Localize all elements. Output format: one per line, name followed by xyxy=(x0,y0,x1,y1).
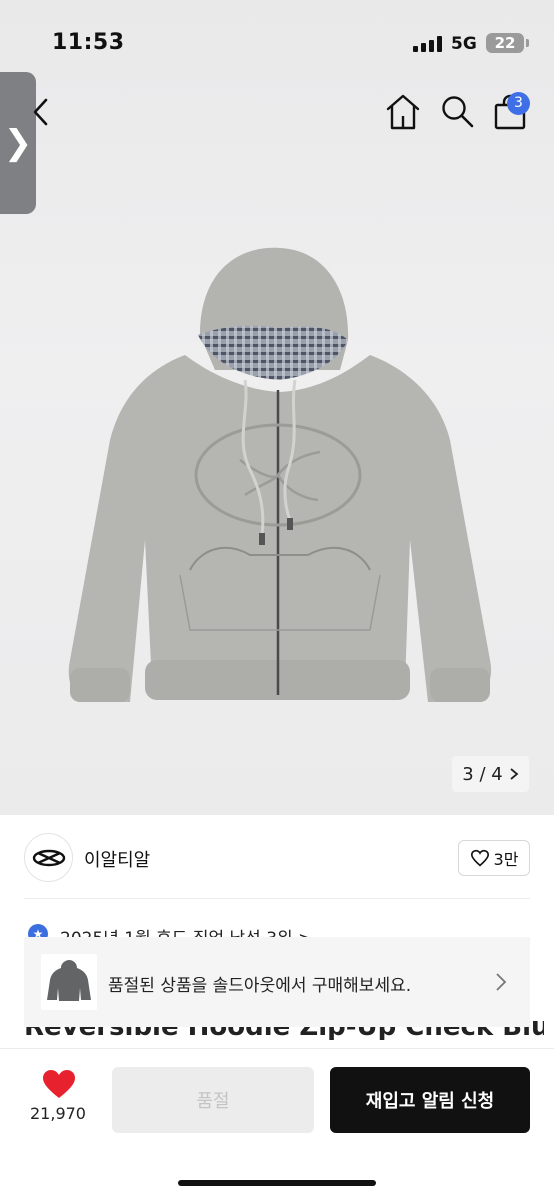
restock-notification-button[interactable]: 재입고 알림 신청 xyxy=(330,1067,530,1133)
signal-icon xyxy=(413,36,442,52)
soldout-button: 품절 xyxy=(112,1067,314,1133)
cart-count-badge: 3 xyxy=(507,92,530,115)
back-chevron-icon[interactable] xyxy=(26,92,58,132)
page-indicator-text: 3 / 4 xyxy=(462,763,503,785)
product-like-count: 21,970 xyxy=(30,1104,86,1123)
chevron-right-icon xyxy=(510,768,519,780)
home-icon[interactable] xyxy=(385,93,421,131)
divider xyxy=(24,898,530,899)
action-bar-divider xyxy=(0,1048,554,1049)
search-icon[interactable] xyxy=(440,94,474,128)
soldout-banner-text: 품절된 상품을 솔드아웃에서 구매해보세요. xyxy=(108,976,412,996)
brand-like-count: 3만 xyxy=(493,850,519,869)
soldout-market-banner[interactable]: 품절된 상품을 솔드아웃에서 구매해보세요. xyxy=(24,937,530,1027)
hoodie-product-photo xyxy=(68,247,492,702)
brand-logo[interactable] xyxy=(24,833,73,882)
battery-tip xyxy=(526,39,529,47)
network-type: 5G xyxy=(451,34,477,54)
gallery-page-indicator[interactable]: 3 / 4 xyxy=(452,756,529,792)
brand-name[interactable]: 이알티알 xyxy=(84,846,150,872)
brand-like-button[interactable]: 3만 xyxy=(458,840,530,876)
status-time: 11:53 xyxy=(52,30,125,55)
chevron-right-icon xyxy=(496,973,507,991)
heart-filled-icon[interactable] xyxy=(41,1068,77,1100)
soldout-product-thumbnail xyxy=(41,954,97,1010)
home-indicator[interactable] xyxy=(178,1180,376,1186)
heart-outline-icon xyxy=(470,849,489,867)
brand-logo-icon xyxy=(32,849,65,866)
battery-icon: 22 xyxy=(486,33,524,53)
